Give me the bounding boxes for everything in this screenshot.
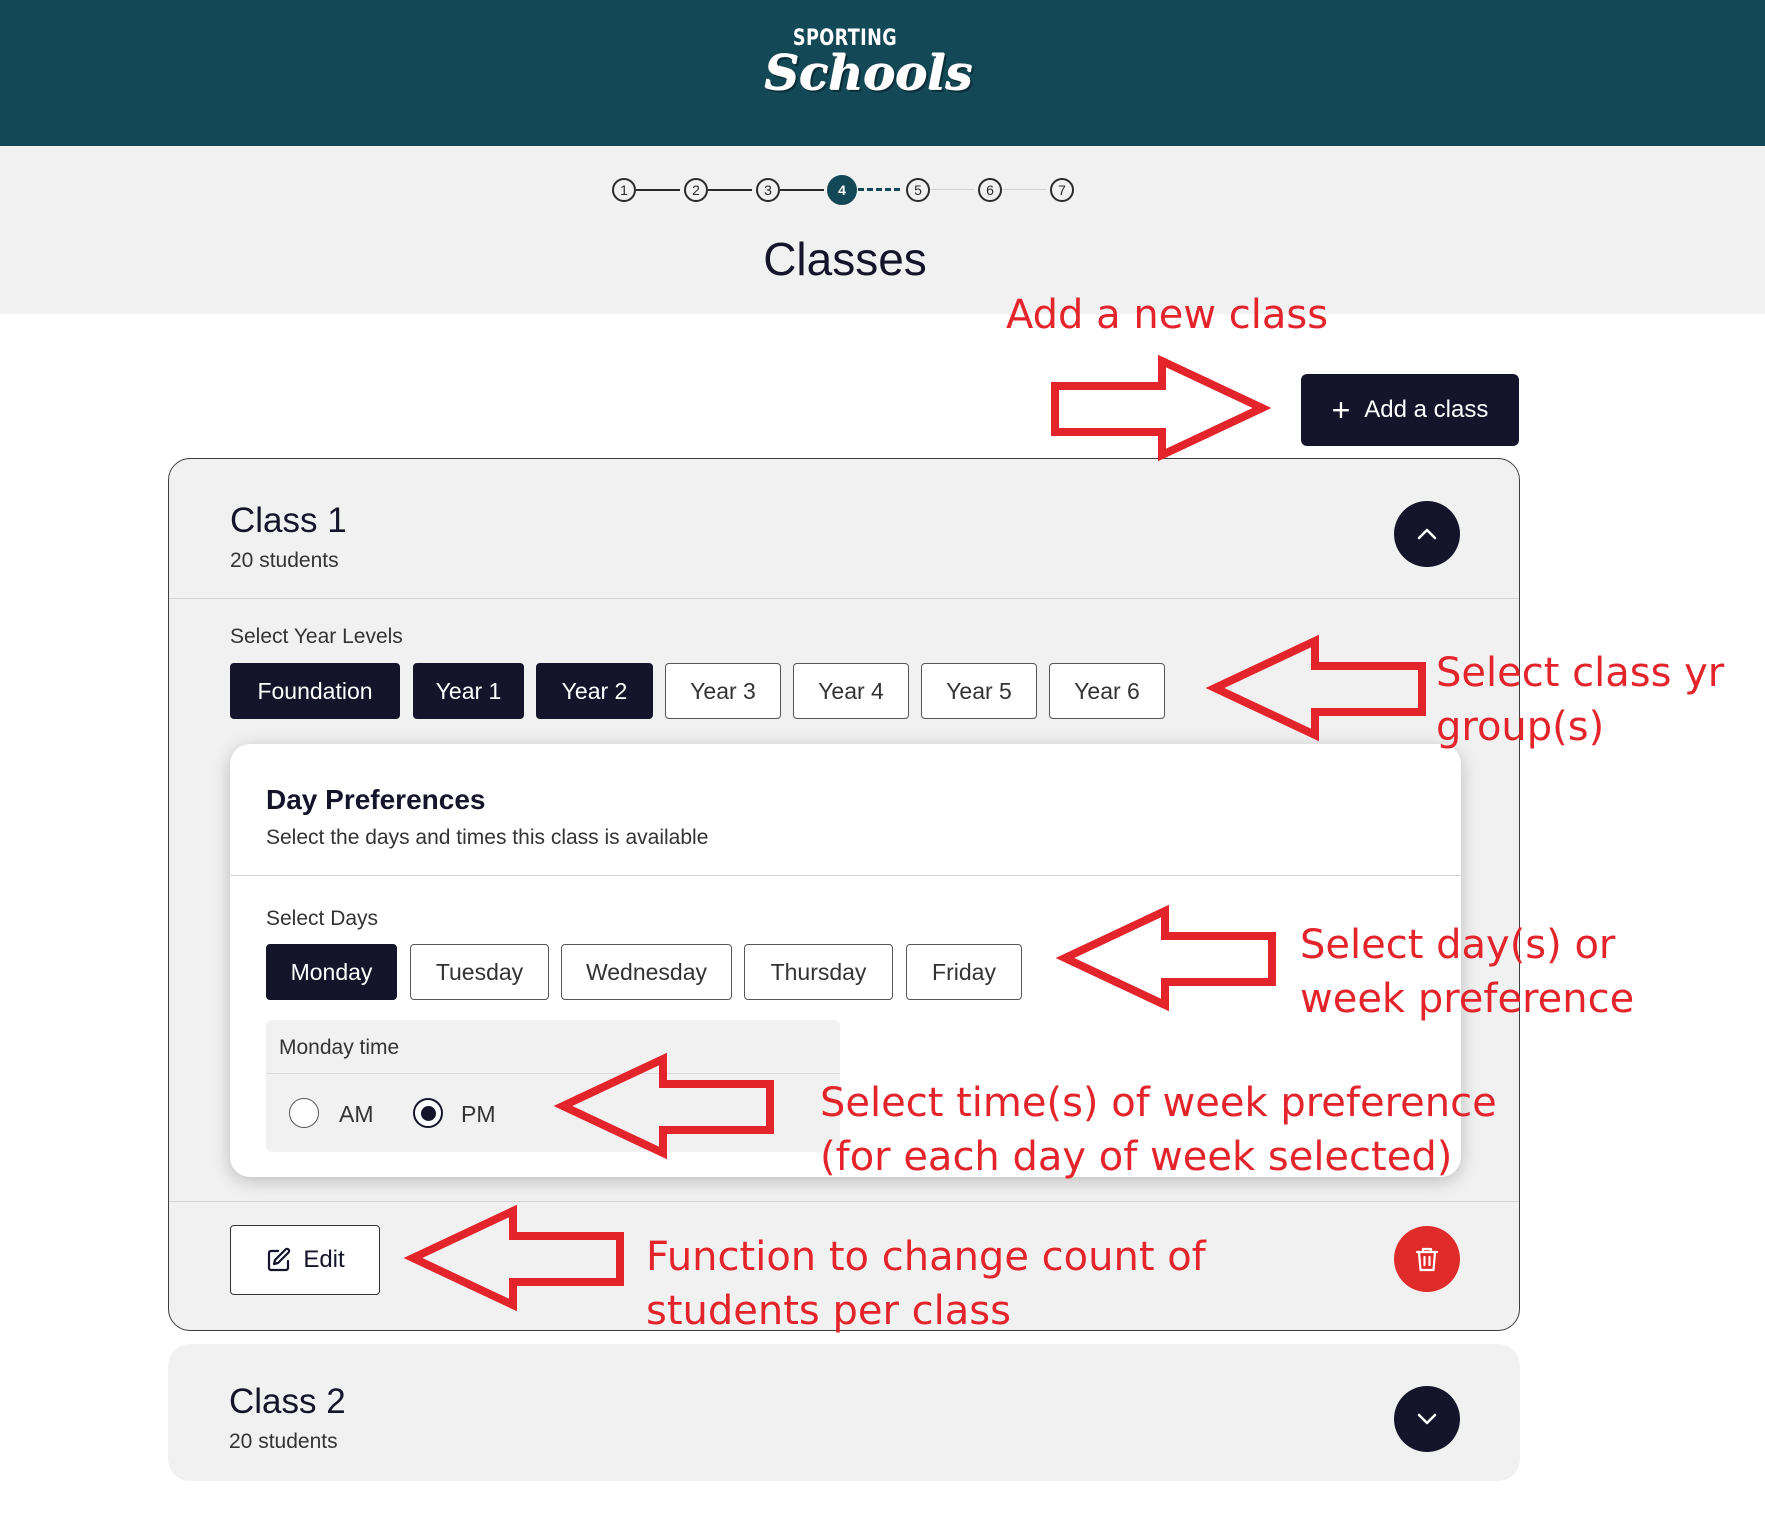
year-chip-year-2[interactable]: Year 2 bbox=[536, 663, 653, 719]
panel-divider bbox=[230, 875, 1461, 876]
annotation-arrow-right bbox=[1051, 354, 1272, 462]
delete-class-button[interactable] bbox=[1394, 1226, 1460, 1292]
day-preferences-subtitle: Select the days and times this class is … bbox=[266, 826, 709, 849]
annotation-year-group-line1: Select class yr bbox=[1436, 650, 1725, 696]
card-divider bbox=[169, 598, 1519, 599]
page-title: Classes bbox=[763, 233, 927, 285]
step-1[interactable]: 1 bbox=[612, 178, 636, 202]
pm-radio[interactable] bbox=[413, 1098, 443, 1128]
day-chip-wednesday[interactable]: Wednesday bbox=[561, 944, 732, 1000]
annotation-arrow-left bbox=[553, 1052, 774, 1160]
monday-time-label: Monday time bbox=[279, 1036, 400, 1059]
step-connector bbox=[780, 189, 824, 191]
pm-label[interactable]: PM bbox=[461, 1101, 496, 1128]
annotation-edit-line2: students per class bbox=[646, 1288, 1011, 1334]
year-chip-year-6[interactable]: Year 6 bbox=[1049, 663, 1165, 719]
step-connector bbox=[708, 189, 752, 191]
year-chip-year-4[interactable]: Year 4 bbox=[793, 663, 909, 719]
trash-icon bbox=[1415, 1247, 1439, 1272]
sporting-schools-logo[interactable]: SPORTING Schools bbox=[765, 26, 974, 116]
annotation-year-group-line2: group(s) bbox=[1436, 704, 1605, 750]
annotation-day-pref-line2: week preference bbox=[1300, 976, 1635, 1022]
step-connector bbox=[636, 189, 680, 191]
year-chip-year-1[interactable]: Year 1 bbox=[413, 663, 524, 719]
collapse-button[interactable] bbox=[1394, 501, 1460, 567]
add-class-button[interactable]: + Add a class bbox=[1301, 374, 1519, 446]
day-preferences-title: Day Preferences bbox=[266, 784, 486, 815]
annotation-edit-line1: Function to change count of bbox=[646, 1234, 1206, 1280]
year-levels-label: Select Year Levels bbox=[230, 625, 403, 648]
am-label[interactable]: AM bbox=[339, 1101, 374, 1128]
step-3[interactable]: 3 bbox=[756, 178, 780, 202]
class-card-2: Class 2 20 students bbox=[168, 1344, 1520, 1481]
edit-class-button[interactable]: Edit bbox=[230, 1225, 380, 1295]
annotation-arrow-left bbox=[1055, 904, 1276, 1012]
step-5[interactable]: 5 bbox=[906, 178, 930, 202]
logo-top-text: SPORTING bbox=[792, 26, 898, 51]
plus-icon: + bbox=[1331, 392, 1351, 428]
year-chip-year-3[interactable]: Year 3 bbox=[665, 663, 781, 719]
annotation-arrow-left bbox=[1205, 634, 1426, 742]
chevron-up-icon bbox=[1417, 528, 1437, 540]
card-footer-divider bbox=[169, 1201, 1519, 1202]
edit-icon bbox=[268, 1247, 291, 1272]
step-2[interactable]: 2 bbox=[684, 178, 708, 202]
annotation-day-pref-line1: Select day(s) or bbox=[1300, 922, 1616, 968]
annotation-add-class: Add a new class bbox=[1006, 292, 1329, 338]
year-chip-foundation[interactable]: Foundation bbox=[230, 663, 400, 719]
year-chip-year-5[interactable]: Year 5 bbox=[921, 663, 1037, 719]
chevron-down-icon bbox=[1417, 1413, 1437, 1425]
expand-button[interactable] bbox=[1394, 1386, 1460, 1452]
stepper-band bbox=[0, 146, 1765, 314]
day-chip-monday[interactable]: Monday bbox=[266, 944, 397, 1000]
day-chip-friday[interactable]: Friday bbox=[906, 944, 1022, 1000]
select-days-label: Select Days bbox=[266, 907, 379, 930]
annotation-arrow-left bbox=[403, 1204, 624, 1312]
class-student-count: 20 students bbox=[229, 1430, 338, 1453]
logo-main-text: Schools bbox=[765, 46, 974, 102]
class-title: Class 2 bbox=[229, 1382, 346, 1421]
annotation-time-pref-line2: (for each day of week selected) bbox=[820, 1134, 1453, 1180]
top-header: SPORTING Schools bbox=[0, 0, 1765, 146]
add-class-label: Add a class bbox=[1364, 396, 1489, 423]
step-6[interactable]: 6 bbox=[978, 178, 1002, 202]
step-connector-current bbox=[858, 188, 900, 191]
am-radio[interactable] bbox=[289, 1098, 319, 1128]
step-4-current[interactable]: 4 bbox=[827, 175, 857, 205]
annotation-time-pref-line1: Select time(s) of week preference bbox=[820, 1080, 1497, 1126]
day-chip-thursday[interactable]: Thursday bbox=[744, 944, 893, 1000]
step-connector bbox=[1002, 189, 1046, 190]
class-student-count: 20 students bbox=[230, 549, 339, 572]
class-title: Class 1 bbox=[230, 501, 347, 540]
edit-label: Edit bbox=[303, 1246, 345, 1273]
step-7[interactable]: 7 bbox=[1050, 178, 1074, 202]
day-chip-tuesday[interactable]: Tuesday bbox=[410, 944, 549, 1000]
class-card-1: Class 1 20 students Select Year Levels F… bbox=[168, 458, 1520, 1331]
step-connector bbox=[930, 189, 974, 190]
